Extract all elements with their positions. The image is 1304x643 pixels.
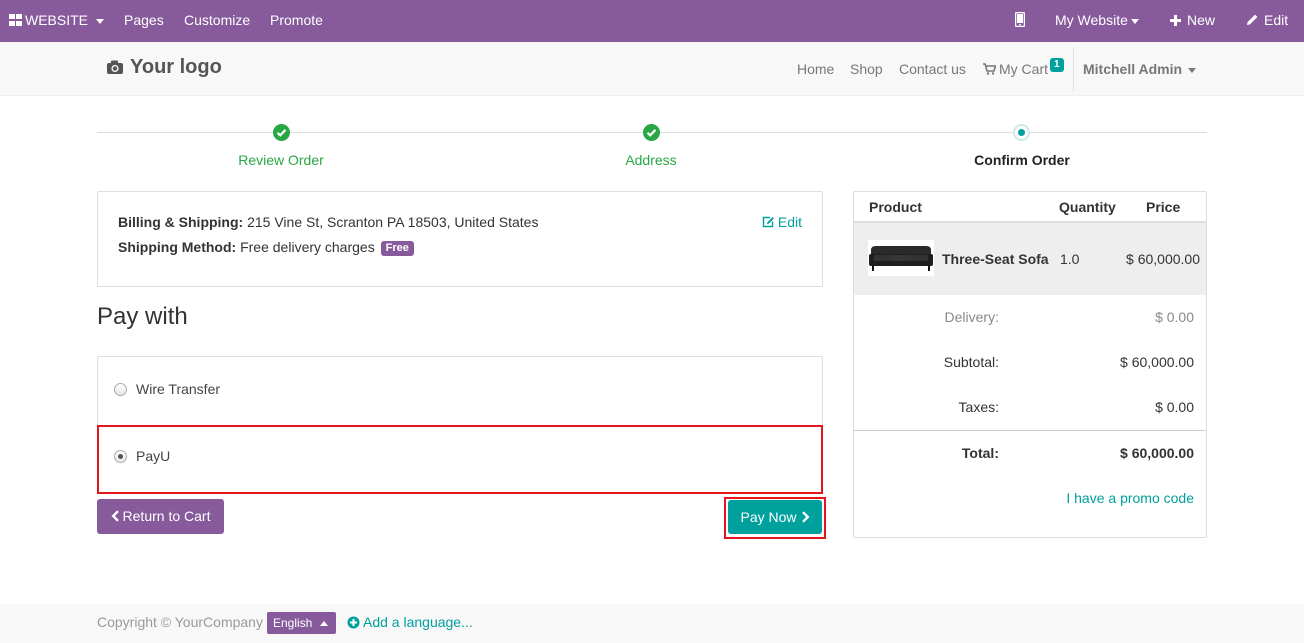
taxes-value: $ 0.00	[1155, 399, 1194, 415]
order-summary: Product Quantity Price Three-Seat Sofa 1…	[853, 191, 1207, 538]
footer: Copyright © YourCompany English Add a la…	[0, 604, 1304, 643]
step-address-check-icon	[643, 124, 660, 141]
step-confirm-order-dot-icon	[1013, 124, 1030, 141]
free-badge: Free	[380, 241, 414, 256]
delivery-label: Delivery:	[944, 309, 999, 325]
user-menu[interactable]: Mitchell Admin	[1083, 42, 1197, 96]
plus-circle-icon	[347, 616, 360, 629]
new-button[interactable]: New	[1170, 0, 1215, 42]
billing-address: 215 Vine St, Scranton PA 18503, United S…	[247, 214, 539, 230]
site-logo[interactable]: Your logo	[106, 56, 222, 79]
language-selector[interactable]: English	[267, 612, 336, 634]
website-menu[interactable]: WEBSITE	[9, 0, 105, 42]
pay-with-heading: Pay with	[97, 303, 188, 330]
shopping-cart-icon	[983, 63, 997, 75]
pay-now-label: Pay Now	[740, 509, 797, 525]
chevron-up-icon	[320, 621, 329, 626]
plus-icon	[1170, 15, 1181, 26]
step-confirm-order: Confirm Order	[974, 152, 1070, 168]
sofa-icon	[869, 246, 933, 271]
user-name: Mitchell Admin	[1083, 61, 1183, 77]
step-review-order-check-icon	[273, 124, 290, 141]
my-website-label: My Website	[1055, 12, 1128, 28]
product-price: $ 60,000.00	[1126, 251, 1200, 267]
chevron-down-icon	[1130, 18, 1139, 24]
shipping-method: Free delivery charges	[240, 239, 375, 255]
pencil-icon	[1247, 14, 1258, 25]
website-menu-label: WEBSITE	[25, 12, 89, 28]
payment-method-wire-transfer[interactable]: Wire Transfer	[114, 381, 220, 397]
subtotal-label: Subtotal:	[943, 354, 999, 370]
product-thumbnail[interactable]	[868, 240, 934, 276]
billing-shipping-panel: Billing & Shipping: 215 Vine St, Scranto…	[97, 191, 823, 287]
mobile-phone-icon	[1014, 11, 1026, 28]
wire-transfer-label: Wire Transfer	[136, 381, 221, 397]
total-value: $ 60,000.00	[1120, 445, 1194, 461]
nav-contact-us[interactable]: Contact us	[899, 42, 966, 96]
subtotal-value: $ 60,000.00	[1120, 354, 1194, 370]
nav-home[interactable]: Home	[797, 42, 834, 96]
add-language-link[interactable]: Add a language...	[347, 614, 473, 630]
step-address[interactable]: Address	[531, 152, 771, 168]
pay-now-button[interactable]: Pay Now	[728, 500, 822, 534]
shipping-row: Shipping Method: Free delivery charges F…	[118, 239, 414, 256]
product-name[interactable]: Three-Seat Sofa	[942, 251, 1049, 267]
new-label: New	[1187, 12, 1216, 28]
taxes-label: Taxes:	[958, 399, 999, 415]
site-header: Your logo Home Shop Contact us My Cart 1 …	[0, 42, 1304, 96]
nav-shop[interactable]: Shop	[850, 42, 883, 96]
col-header-product: Product	[869, 199, 922, 215]
apps-grid-icon	[9, 14, 22, 26]
billing-label: Billing & Shipping:	[118, 214, 244, 230]
nav-divider	[1073, 47, 1074, 91]
chevron-down-icon	[96, 18, 105, 24]
payu-highlight-frame	[97, 425, 823, 494]
table-row: Three-Seat Sofa 1.0 $ 60,000.00	[854, 223, 1206, 295]
chevron-right-icon	[801, 511, 810, 523]
my-website-menu[interactable]: My Website	[1055, 0, 1139, 42]
step-review-order[interactable]: Review Order	[161, 152, 401, 168]
copyright-text: Copyright © YourCompany	[97, 614, 263, 630]
my-cart-label: My Cart	[999, 61, 1048, 77]
total-label: Total:	[961, 445, 999, 461]
product-quantity: 1.0	[1060, 251, 1080, 267]
camera-icon	[107, 60, 123, 74]
nav-my-cart[interactable]: My Cart 1	[983, 42, 1064, 96]
edit-address-label: Edit	[777, 214, 802, 230]
add-language-label: Add a language...	[363, 614, 473, 630]
cart-count-badge: 1	[1050, 58, 1064, 72]
logo-text: Your logo	[130, 56, 222, 78]
edit-address-link[interactable]: Edit	[762, 214, 802, 230]
edit-square-icon	[762, 216, 774, 228]
edit-button[interactable]: Edit	[1246, 0, 1288, 42]
promote-menu[interactable]: Promote	[270, 0, 323, 42]
billing-row: Billing & Shipping: 215 Vine St, Scranto…	[118, 214, 538, 230]
return-to-cart-button[interactable]: Return to Cart	[97, 499, 224, 534]
delivery-value: $ 0.00	[1155, 309, 1194, 325]
chevron-left-icon	[111, 510, 119, 522]
customize-menu[interactable]: Customize	[184, 0, 250, 42]
edit-label: Edit	[1264, 12, 1289, 28]
col-header-quantity: Quantity	[1059, 199, 1116, 215]
wire-transfer-radio[interactable]	[114, 383, 127, 396]
promo-code-link[interactable]: I have a promo code	[1066, 490, 1194, 506]
shipping-label: Shipping Method:	[118, 239, 237, 255]
return-to-cart-label: Return to Cart	[122, 508, 211, 524]
language-label: English	[273, 616, 313, 630]
chevron-down-icon	[1188, 67, 1197, 73]
mobile-preview-button[interactable]	[1014, 0, 1026, 42]
total-divider	[854, 430, 1206, 431]
pages-menu[interactable]: Pages	[124, 0, 164, 42]
col-header-price: Price	[1146, 199, 1181, 215]
admin-navbar: WEBSITE Pages Customize Promote My Websi…	[0, 0, 1304, 42]
